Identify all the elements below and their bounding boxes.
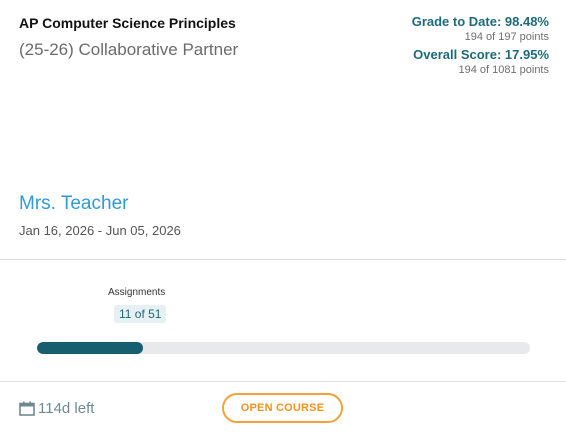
open-course-button[interactable]: OPEN COURSE	[222, 393, 343, 423]
grade-summary: Grade to Date: 98.48% 194 of 197 points …	[412, 14, 549, 77]
grade-to-date-points: 194 of 197 points	[464, 31, 549, 43]
overall-score-points: 194 of 1081 points	[458, 64, 549, 76]
course-title: AP Computer Science Principles	[19, 15, 236, 31]
assignments-progress-fill	[37, 342, 144, 354]
assignments-label: Assignments	[108, 287, 166, 298]
days-left-label: 114d left	[38, 400, 95, 417]
days-left: 114d left	[19, 400, 94, 417]
divider	[0, 381, 566, 382]
course-card: AP Computer Science Principles (25-26) C…	[0, 0, 566, 436]
calendar-icon	[19, 401, 35, 416]
assignments-progress-bar	[37, 342, 530, 354]
teacher-name[interactable]: Mrs. Teacher	[19, 193, 128, 215]
course-section: (25-26) Collaborative Partner	[19, 40, 239, 59]
overall-score: Overall Score: 17.95%	[413, 47, 549, 62]
assignments-count-badge: 11 of 51	[114, 305, 167, 323]
course-dates: Jan 16, 2026 - Jun 05, 2026	[19, 223, 181, 238]
divider	[0, 259, 566, 260]
grade-to-date: Grade to Date: 98.48%	[411, 14, 549, 29]
